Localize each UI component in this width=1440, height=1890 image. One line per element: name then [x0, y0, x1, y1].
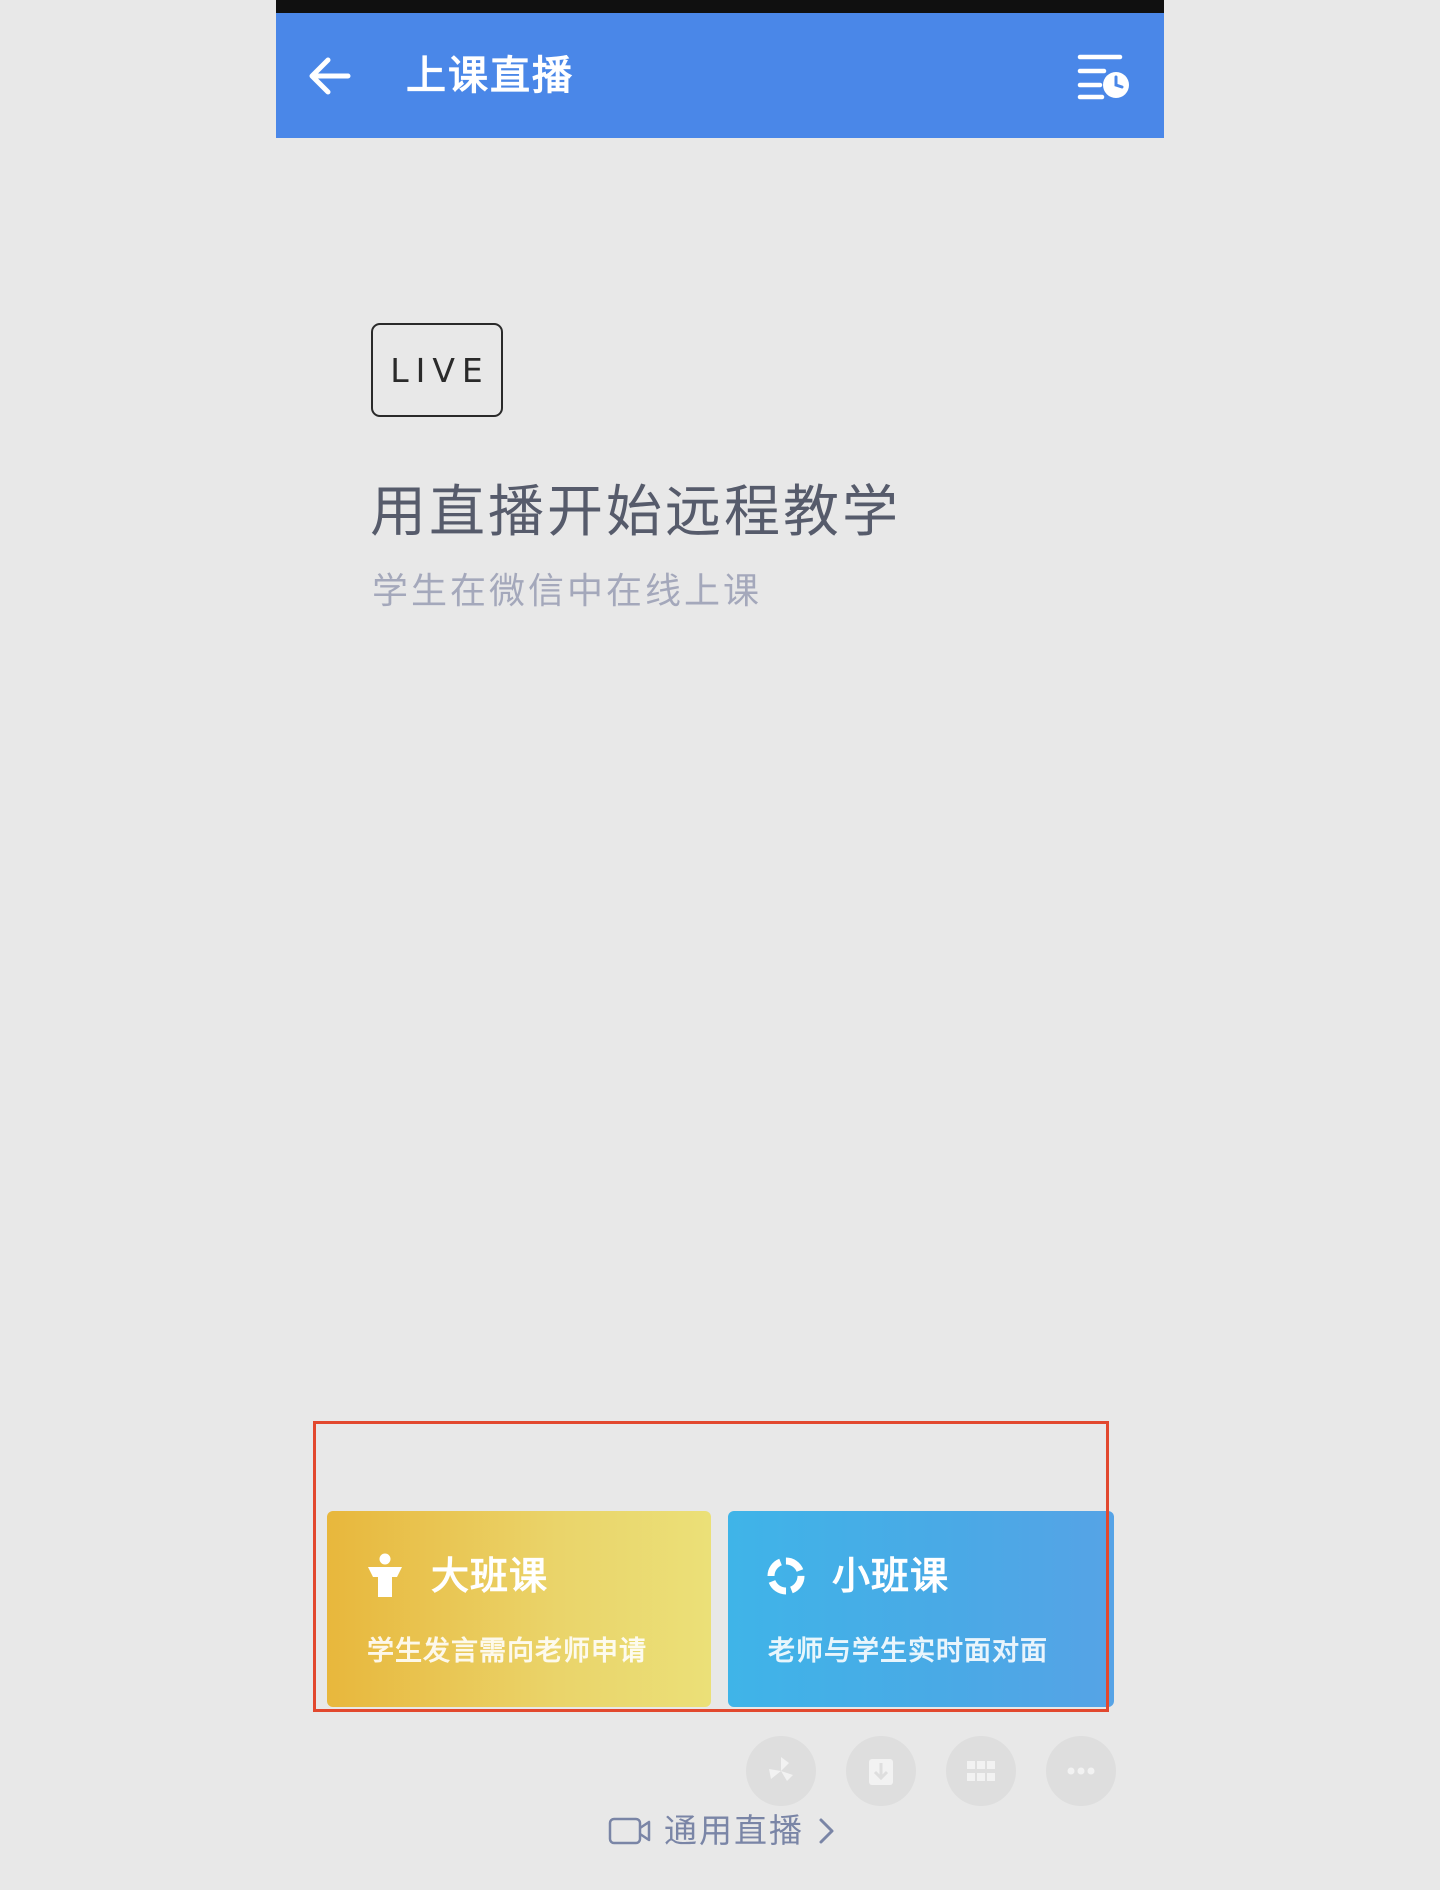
large-class-description: 学生发言需向老师申请: [367, 1636, 647, 1667]
hero-headline: 用直播开始远程教学: [370, 480, 901, 545]
large-class-title: 大班课: [431, 1554, 549, 1598]
video-camera-icon: [608, 1817, 651, 1845]
general-live-link[interactable]: 通用直播: [608, 1806, 836, 1856]
download-icon: [869, 1759, 893, 1785]
lecturer-icon: [363, 1553, 407, 1598]
page-title: 上课直播: [406, 53, 574, 99]
status-bar: [276, 0, 1164, 13]
back-button[interactable]: [298, 45, 360, 107]
small-class-card[interactable]: 小班课 老师与学生实时面对面: [728, 1511, 1114, 1707]
small-class-title-row: 小班课: [764, 1551, 949, 1601]
hero-subline: 学生在微信中在线上课: [372, 571, 763, 612]
general-live-label: 通用直播: [664, 1811, 804, 1850]
history-button[interactable]: [1076, 51, 1132, 101]
more-icon: [1067, 1767, 1095, 1775]
floating-more-button[interactable]: [1046, 1736, 1116, 1806]
small-class-description: 老师与学生实时面对面: [768, 1636, 1048, 1667]
small-class-title: 小班课: [832, 1554, 950, 1598]
back-arrow-icon: [309, 57, 351, 95]
floating-grid-button[interactable]: [946, 1736, 1016, 1806]
chevron-right-icon: [819, 1818, 834, 1844]
large-class-card[interactable]: 大班课 学生发言需向老师申请: [327, 1511, 711, 1707]
app-bar: 上课直播: [276, 13, 1164, 138]
floating-pinwheel-button[interactable]: [746, 1736, 816, 1806]
floating-download-button[interactable]: [846, 1736, 916, 1806]
pinwheel-icon: [769, 1757, 793, 1781]
large-class-title-row: 大班课: [363, 1551, 548, 1601]
live-class-screen: 上课直播 LIVE 用直播开始远程教学 学生在微信中在线上课 大班课 学生发言需…: [0, 0, 1440, 1890]
ring-icon: [764, 1554, 808, 1598]
live-badge: LIVE: [371, 323, 503, 417]
schedule-list-icon: [1077, 54, 1129, 100]
grid-icon: [967, 1761, 995, 1781]
